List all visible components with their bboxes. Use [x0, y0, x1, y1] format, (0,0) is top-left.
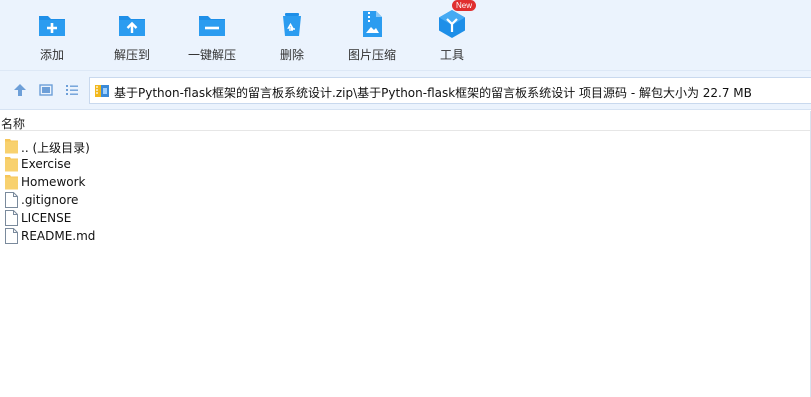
file-icon: [5, 228, 18, 244]
one-click-extract-button[interactable]: 一键解压: [172, 6, 252, 66]
file-icon: [5, 192, 18, 208]
tools-button[interactable]: New 工具: [412, 0, 492, 66]
list-item-gitignore[interactable]: .gitignore: [0, 191, 811, 209]
up-arrow-icon[interactable]: [12, 82, 28, 98]
tools-icon: [439, 10, 465, 38]
recycle-bin-icon: [283, 13, 301, 36]
image-compress-button[interactable]: 图片压缩: [332, 6, 412, 66]
file-name: .. (上级目录): [21, 141, 90, 155]
file-name: .gitignore: [21, 193, 79, 207]
list-item-parent-directory[interactable]: .. (上级目录): [0, 137, 811, 155]
list-item-homework[interactable]: Homework: [0, 173, 811, 191]
add-label: 添加: [39, 48, 64, 62]
file-list: .. (上级目录) Exercise Homework .gitignore L…: [0, 137, 811, 245]
file-name: README.md: [21, 229, 96, 243]
zip-archive-icon: [95, 85, 109, 97]
tools-label: 工具: [439, 48, 464, 62]
extract-to-label: 解压到: [113, 48, 150, 62]
navigation-bar: 基于Python-flask框架的留言板系统设计.zip\基于Python-fl…: [0, 70, 811, 110]
column-header-name[interactable]: 名称: [0, 111, 811, 131]
new-badge: New: [452, 0, 477, 11]
file-name: Homework: [21, 175, 86, 189]
folder-icon: [5, 139, 18, 154]
archive-path: 基于Python-flask框架的留言板系统设计.zip\基于Python-fl…: [114, 86, 752, 100]
extract-to-button[interactable]: 解压到: [92, 6, 172, 66]
one-click-extract-icon: [199, 16, 225, 36]
column-header-name-label: 名称: [1, 117, 26, 131]
extract-to-icon: [119, 16, 145, 36]
folder-icon: [5, 157, 18, 172]
add-icon: [39, 16, 65, 36]
list-item-license[interactable]: LICENSE: [0, 209, 811, 227]
image-compress-icon: [363, 11, 382, 37]
one-click-extract-label: 一键解压: [187, 48, 236, 62]
file-name: LICENSE: [21, 211, 72, 225]
address-bar[interactable]: 基于Python-flask框架的留言板系统设计.zip\基于Python-fl…: [89, 77, 811, 104]
file-icon: [5, 210, 18, 226]
file-name: Exercise: [21, 157, 71, 171]
toolbar: 添加 解压到 一键解压 删除 图片压缩 New 工具: [0, 0, 811, 70]
list-item-readme[interactable]: README.md: [0, 227, 811, 245]
folder-icon: [5, 175, 18, 190]
image-compress-label: 图片压缩: [347, 48, 396, 62]
delete-button[interactable]: 删除: [252, 6, 332, 66]
list-item-exercise[interactable]: Exercise: [0, 155, 811, 173]
list-view-icon[interactable]: [64, 82, 80, 98]
add-button[interactable]: 添加: [12, 6, 92, 66]
delete-label: 删除: [279, 48, 304, 62]
thumbnail-view-icon[interactable]: [38, 82, 54, 98]
